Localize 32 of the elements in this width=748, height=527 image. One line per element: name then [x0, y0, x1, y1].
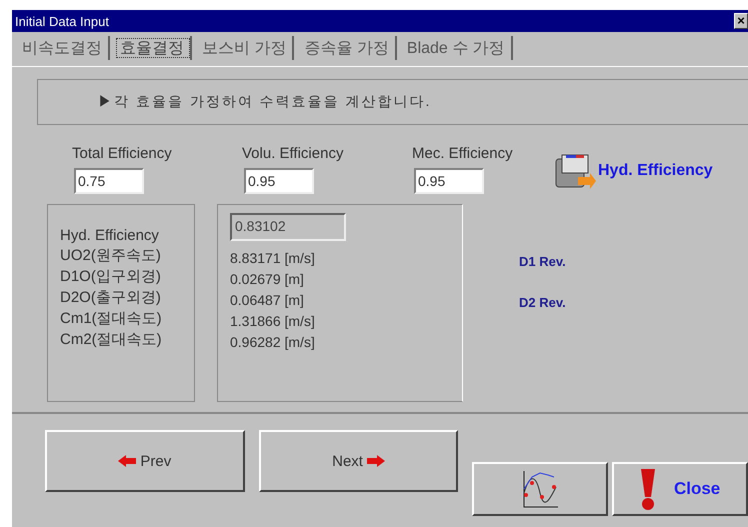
- result-label: Cm2(절대속도): [60, 330, 163, 349]
- field-label: Volu. Efficiency: [242, 145, 344, 162]
- result-field: 0.83102: [230, 213, 346, 241]
- left-arrow-icon: [118, 455, 136, 467]
- input-field[interactable]: 0.95: [414, 168, 484, 194]
- result-value: 1.31866 [m/s]: [230, 313, 316, 329]
- exclamation-icon: [640, 467, 656, 511]
- result-value: 0.02679 [m]: [230, 271, 305, 287]
- right-arrow-icon: [366, 455, 385, 467]
- prev-button[interactable]: Prev: [45, 430, 245, 492]
- result-value: 0.96282 [m/s]: [230, 334, 316, 350]
- result-label: D1O(입구외경): [60, 267, 162, 286]
- field-label: Total Efficiency: [72, 145, 173, 162]
- input-field[interactable]: 0.75: [74, 168, 144, 194]
- tab[interactable]: 효율결정: [114, 36, 192, 60]
- hyd-efficiency-button[interactable]: Hyd. Efficiency: [552, 151, 713, 191]
- chart-button[interactable]: [472, 462, 608, 516]
- result-label: D2O(출구외경): [60, 288, 162, 307]
- result-value: 0.06487 [m]: [230, 292, 305, 308]
- result-label: Cm1(절대속도): [60, 309, 163, 328]
- field-label: Mec. Efficiency: [412, 145, 514, 162]
- result-value: 8.83171 [m/s]: [230, 250, 316, 266]
- revision-label: D2 Rev.: [519, 295, 566, 310]
- next-button[interactable]: Next: [258, 430, 458, 492]
- close-button[interactable]: ×: [734, 13, 748, 29]
- revision-label: D1 Rev.: [519, 254, 566, 269]
- close-dialog-button[interactable]: Close: [612, 462, 748, 516]
- result-label: Hyd. Efficiency: [60, 227, 160, 244]
- window-title: Initial Data Input: [15, 14, 109, 28]
- input-field[interactable]: 0.95: [244, 168, 314, 194]
- instruction-text: ▶각 효율을 가정하여 수력효율을 계산합니다.: [37, 79, 748, 125]
- result-label: UO2(원주속도): [60, 246, 162, 265]
